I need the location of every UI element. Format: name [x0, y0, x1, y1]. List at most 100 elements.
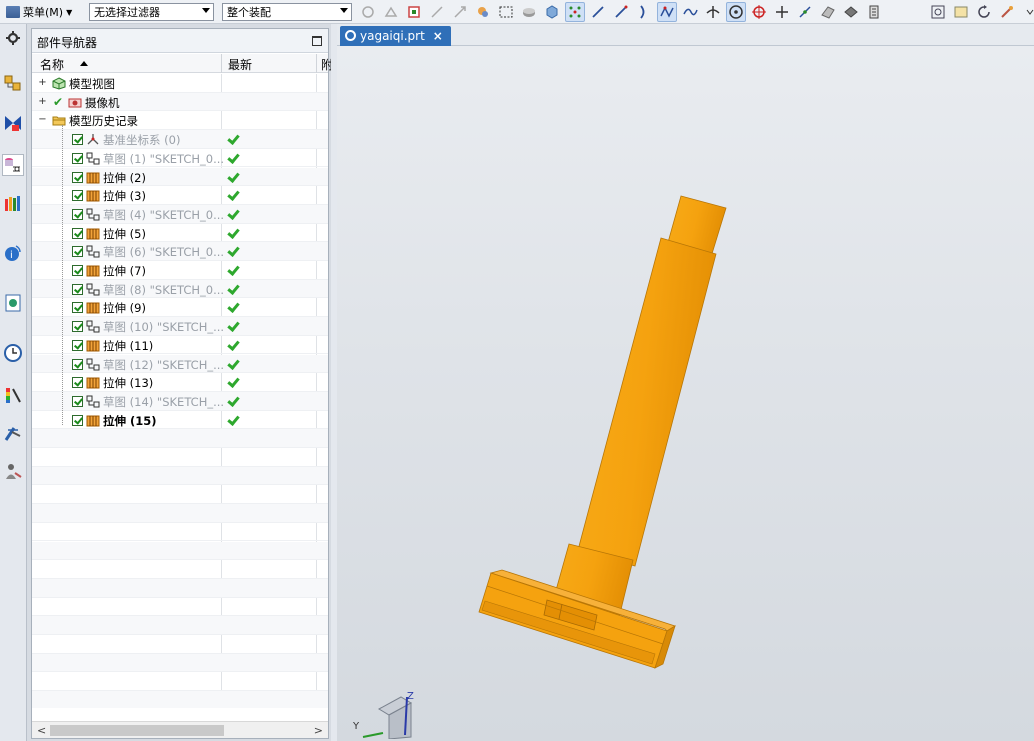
part-navigator-panel: 部件导航器 名称 最新 附 + 模型视图 + ✔ 摄像机 − 模型历史记录 基准坐标系 (0)…	[31, 28, 333, 739]
arc-center-icon[interactable]	[726, 2, 746, 22]
body-select-icon[interactable]	[519, 2, 539, 22]
system-material-icon[interactable]	[2, 384, 24, 406]
column-divider[interactable]	[316, 54, 317, 73]
visibility-checkbox[interactable]	[72, 302, 83, 314]
empty-row	[32, 653, 328, 673]
column-divider[interactable]	[221, 54, 222, 73]
visibility-checkbox[interactable]	[72, 283, 83, 295]
visibility-checkbox[interactable]	[72, 171, 83, 183]
empty-row	[32, 523, 328, 542]
graphics-viewport[interactable]: Z Y	[337, 46, 1034, 741]
existing-point-icon[interactable]	[772, 2, 792, 22]
component-select-icon[interactable]	[450, 2, 470, 22]
feature-tree-row[interactable]: 拉伸 (2)	[32, 167, 328, 187]
assembly-navigator-icon[interactable]	[2, 72, 24, 94]
zoom-icon[interactable]	[951, 2, 971, 22]
scroll-left-icon[interactable]: <	[37, 724, 46, 737]
visibility-checkbox[interactable]	[72, 227, 83, 239]
visibility-checkbox[interactable]	[72, 377, 83, 389]
feature-tree-row[interactable]: 草图 (4) "SKETCH_0...	[32, 204, 328, 224]
control-point-icon[interactable]	[657, 2, 677, 22]
solid-select-icon[interactable]	[542, 2, 562, 22]
feature-select-icon[interactable]	[473, 2, 493, 22]
feature-tree-row[interactable]: 拉伸 (15)	[32, 411, 328, 430]
feature-tree-row[interactable]: 草图 (8) "SKETCH_0...	[32, 279, 328, 299]
feature-tree-row[interactable]: + 模型视图	[32, 74, 328, 94]
tab-yagaiqi[interactable]: yagaiqi.prt ×	[340, 26, 451, 46]
spline-snap-icon[interactable]	[680, 2, 700, 22]
end-point-icon[interactable]	[611, 2, 631, 22]
point-snap-icon[interactable]	[565, 2, 585, 22]
close-icon[interactable]: ×	[433, 29, 443, 43]
feature-tree-row[interactable]: 拉伸 (11)	[32, 336, 328, 355]
history-icon[interactable]	[2, 342, 24, 364]
latest-column-header[interactable]: 最新	[228, 56, 252, 73]
assembly-filter-icon[interactable]	[381, 2, 401, 22]
feature-tree-row[interactable]: 拉伸 (7)	[32, 261, 328, 280]
curve-snap-icon[interactable]	[634, 2, 654, 22]
roles-icon[interactable]	[2, 460, 24, 482]
horizontal-scrollbar[interactable]: < >	[32, 721, 328, 738]
feature-tree-row[interactable]: 草图 (1) "SKETCH_0...	[32, 149, 328, 168]
scroll-right-icon[interactable]: >	[314, 724, 323, 737]
menu-label: 菜单(M)	[23, 6, 64, 19]
feature-tree-row[interactable]: 基准坐标系 (0)	[32, 130, 328, 149]
feature-tree-row[interactable]: + ✔ 摄像机	[32, 92, 328, 112]
feature-tree-row[interactable]: 草图 (12) "SKETCH_...	[32, 354, 328, 374]
visibility-checkbox[interactable]	[72, 152, 83, 164]
visibility-checkbox[interactable]	[72, 208, 83, 220]
general-selection-icon[interactable]	[358, 2, 378, 22]
expand-icon[interactable]: +	[38, 78, 47, 88]
process-studio-icon[interactable]	[2, 422, 24, 444]
hd3d-tools-icon[interactable]: i	[2, 242, 24, 264]
visibility-checkbox[interactable]	[72, 321, 83, 333]
feature-label: 草图 (1) "SKETCH_0...	[103, 151, 225, 166]
reuse-library-icon[interactable]	[2, 192, 24, 214]
menu-button[interactable]: 菜单(M) ▼	[6, 3, 72, 21]
visibility-checkbox[interactable]	[72, 358, 83, 370]
feature-tree-row[interactable]: 拉伸 (5)	[32, 224, 328, 243]
visibility-checkbox[interactable]	[72, 190, 83, 202]
expand-icon[interactable]: +	[38, 96, 47, 106]
maximize-icon[interactable]	[312, 36, 322, 46]
feature-tree-row[interactable]: 草图 (14) "SKETCH_...	[32, 391, 328, 411]
visibility-checkbox[interactable]	[72, 395, 83, 407]
feature-tree-row[interactable]: 拉伸 (9)	[32, 298, 328, 318]
line-snap-icon[interactable]	[588, 2, 608, 22]
intersection-icon[interactable]	[703, 2, 723, 22]
rectangle-select-icon[interactable]	[496, 2, 516, 22]
point-on-face-icon[interactable]	[818, 2, 838, 22]
rotate-icon[interactable]	[974, 2, 994, 22]
more-tools-icon[interactable]	[1020, 2, 1034, 22]
feature-tree-row[interactable]: 拉伸 (3)	[32, 186, 328, 205]
snap-icon[interactable]	[427, 2, 447, 22]
feature-label: 拉伸 (5)	[103, 226, 146, 241]
pan-icon[interactable]	[997, 2, 1017, 22]
fit-view-icon[interactable]	[928, 2, 948, 22]
assembly-scope-dropdown[interactable]: 整个装配	[222, 3, 352, 21]
visibility-checkbox[interactable]	[72, 246, 83, 258]
point-on-curve-icon[interactable]	[795, 2, 815, 22]
feature-tree-row[interactable]: 拉伸 (13)	[32, 373, 328, 392]
collapse-icon[interactable]: −	[38, 115, 47, 125]
scrollbar-thumb[interactable]	[50, 725, 224, 736]
web-browser-icon[interactable]	[2, 292, 24, 314]
visibility-checkbox[interactable]	[72, 265, 83, 276]
constraint-navigator-icon[interactable]	[2, 112, 24, 134]
feature-tree-row[interactable]: 草图 (10) "SKETCH_...	[32, 317, 328, 336]
feature-tree-row[interactable]: − 模型历史记录	[32, 111, 328, 131]
sheet-body-icon[interactable]	[864, 2, 884, 22]
visibility-checkbox[interactable]	[72, 339, 83, 351]
part-navigator-icon[interactable]	[2, 154, 24, 176]
bounded-grid-icon[interactable]	[841, 2, 861, 22]
feature-tree-row[interactable]: 草图 (6) "SKETCH_0...	[32, 242, 328, 261]
quadrant-point-icon[interactable]	[749, 2, 769, 22]
up-to-date-check-icon	[226, 301, 239, 313]
visibility-checkbox[interactable]	[72, 134, 83, 146]
name-column-header[interactable]: 名称	[40, 56, 64, 73]
selection-scope-icon[interactable]	[404, 2, 424, 22]
settings-icon[interactable]	[2, 27, 24, 49]
selection-filter-dropdown[interactable]: 无选择过滤器	[89, 3, 214, 21]
visibility-checkbox[interactable]	[72, 414, 83, 426]
feature-label: 草图 (6) "SKETCH_0...	[103, 245, 225, 260]
